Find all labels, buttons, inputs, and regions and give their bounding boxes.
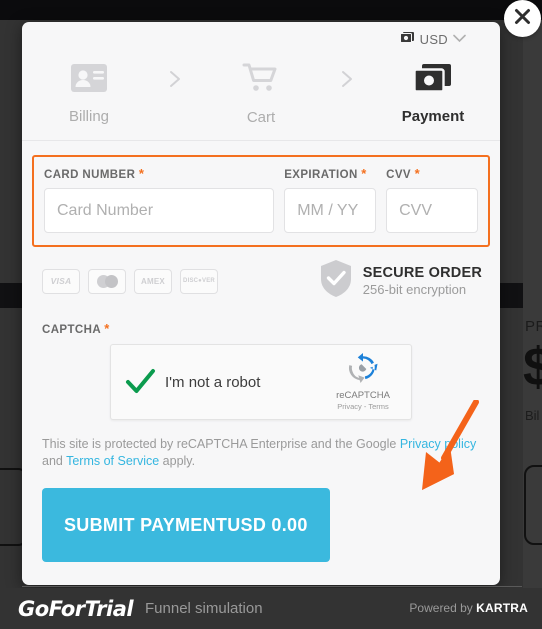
card-number-field: CARD NUMBER * (44, 166, 275, 233)
chevron-down-icon (453, 30, 466, 48)
step-separator-2 (319, 69, 375, 93)
card-number-label: CARD NUMBER * (44, 166, 145, 181)
recaptcha-checkbox[interactable] (123, 365, 157, 399)
card-fields-group: CARD NUMBER * EXPIRATION * CVV * (32, 155, 490, 247)
legal-text-part-2: and (42, 454, 67, 468)
terms-of-service-link[interactable]: Terms of Service (66, 454, 159, 468)
recaptcha-name: reCAPTCHA (336, 390, 390, 401)
checkout-modal: USD Billing Cart Payment CARD NUMBER * C… (22, 22, 500, 585)
amex-icon: AMEX (134, 268, 172, 294)
background-right-price: $ (523, 337, 542, 397)
recaptcha-checkbox-label: I'm not a robot (165, 373, 261, 391)
expiration-input[interactable] (284, 188, 377, 233)
expiration-field: EXPIRATION * (284, 166, 377, 233)
step-payment[interactable]: Payment (375, 63, 491, 125)
captcha-label: CAPTCHA * (42, 321, 110, 336)
submit-payment-amount: USD 0.00 (227, 514, 308, 535)
checkout-steps: Billing Cart Payment (22, 56, 500, 140)
powered-by: Powered by KARTRA (409, 601, 528, 615)
legal-text-part-1: This site is protected by reCAPTCHA Ente… (42, 437, 400, 451)
required-asterisk: * (138, 166, 145, 181)
recaptcha-icon (348, 353, 378, 387)
required-asterisk: * (361, 166, 367, 181)
site-logo: GoForTrial (18, 597, 134, 621)
recaptcha-widget[interactable]: I'm not a robot reCAPTCHA Privacy - Term… (110, 344, 412, 420)
secure-order-subtitle: 256-bit encryption (362, 282, 467, 297)
submit-payment-button[interactable]: SUBMIT PAYMENT USD 0.00 (42, 488, 330, 562)
cvv-field: CVV * (386, 166, 478, 233)
required-asterisk: * (104, 321, 110, 336)
page-footer: GoForTrial Funnel simulation Powered by … (0, 588, 542, 629)
legal-text: This site is protected by reCAPTCHA Ente… (42, 436, 480, 470)
cvv-input[interactable] (386, 188, 478, 233)
step-payment-label: Payment (401, 108, 465, 125)
powered-by-brand: KARTRA (476, 601, 528, 615)
background-right-subtext: Bil (525, 408, 540, 423)
secure-order-badge: SECURE ORDER 256-bit encryption (319, 259, 482, 303)
background-right-card (524, 465, 542, 545)
currency-selector[interactable]: USD (22, 22, 500, 56)
shopping-cart-icon (242, 62, 280, 99)
background-top-bar (0, 0, 542, 20)
recaptcha-branding: reCAPTCHA Privacy - Terms (327, 353, 399, 411)
close-icon (514, 8, 531, 30)
header-divider (22, 140, 500, 141)
step-separator-1 (147, 69, 203, 93)
close-modal-button[interactable] (504, 0, 541, 37)
required-asterisk: * (414, 166, 421, 181)
brands-and-secure-row: VISA AMEX DISC●VER SECURE ORDER 256-bit … (42, 259, 482, 303)
shield-check-icon (319, 259, 353, 303)
money-bill-icon (413, 63, 453, 98)
legal-text-part-3: apply. (159, 454, 196, 468)
recaptcha-terms: Privacy - Terms (337, 402, 389, 411)
captcha-wrapper: I'm not a robot reCAPTCHA Privacy - Term… (22, 344, 500, 420)
card-number-input[interactable] (44, 188, 275, 233)
expiration-label: EXPIRATION * (284, 166, 367, 181)
cvv-label: CVV * (386, 166, 421, 181)
step-billing-label: Billing (68, 108, 110, 125)
id-card-icon (70, 63, 108, 98)
currency-label: USD (419, 31, 448, 47)
background-right-label: PR (525, 318, 542, 335)
mastercard-icon (88, 268, 126, 294)
accepted-cards: VISA AMEX DISC●VER (42, 268, 218, 294)
step-billing[interactable]: Billing (31, 63, 147, 125)
powered-by-prefix: Powered by (409, 601, 477, 615)
step-cart-label: Cart (246, 109, 276, 126)
funnel-name: Funnel simulation (145, 600, 263, 617)
step-cart[interactable]: Cart (203, 62, 319, 126)
visa-icon: VISA (42, 268, 80, 294)
money-icon (399, 30, 415, 48)
submit-payment-label: SUBMIT PAYMENT (64, 514, 228, 535)
privacy-policy-link[interactable]: Privacy policy (400, 437, 476, 451)
footer-divider (22, 586, 522, 587)
discover-icon: DISC●VER (180, 268, 218, 294)
secure-order-title: SECURE ORDER (362, 265, 482, 281)
